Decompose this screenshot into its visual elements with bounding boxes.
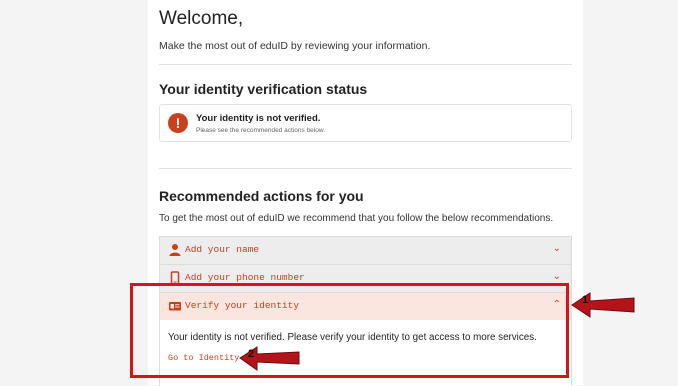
verify-identity-panel: Your identity is not verified. Please ve… [160,320,571,386]
accordion-item-label: Add your name [185,244,260,255]
page: Welcome, Make the most out of eduID by r… [0,0,678,386]
identity-status-heading: Your identity verification status [159,81,368,97]
accordion-item-label: Add your phone number [185,272,305,283]
annotation-marker-2: 2 [248,348,255,360]
accordion-item-add-name[interactable]: Add your name ⌄ [160,237,571,265]
verify-identity-text: Your identity is not verified. Please ve… [168,332,537,343]
accordion-item-add-phone[interactable]: Add your phone number ⌄ [160,265,571,293]
chevron-down-icon: ⌄ [552,243,561,254]
recommended-intro: To get the most out of eduID we recommen… [159,213,554,224]
chevron-down-icon: ⌄ [552,271,561,282]
recommendations-accordion: Add your name ⌄ Add your phone number ⌄ [159,236,572,386]
recommended-heading: Recommended actions for you [159,188,364,204]
id-card-icon [169,302,181,311]
person-icon [169,244,181,256]
annotation-marker-1: 1 [582,294,589,306]
status-subtitle: Please see the recommended actions below… [196,127,325,134]
page-subtitle: Make the most out of eduID by reviewing … [159,40,431,52]
accordion-item-verify-identity[interactable]: Verify your identity ⌃ [160,293,571,321]
status-title: Your identity is not verified. [196,113,321,124]
divider [159,168,572,169]
page-title: Welcome, [159,8,244,29]
phone-icon [170,271,180,285]
main-content: Welcome, Make the most out of eduID by r… [148,0,583,386]
alert-icon: ! [168,113,188,133]
identity-status-card: ! Your identity is not verified. Please … [159,104,572,142]
accordion-item-label: Verify your identity [185,300,300,311]
divider [159,64,572,65]
chevron-up-icon: ⌃ [552,299,561,310]
go-to-identity-link[interactable]: Go to Identity [168,353,239,363]
